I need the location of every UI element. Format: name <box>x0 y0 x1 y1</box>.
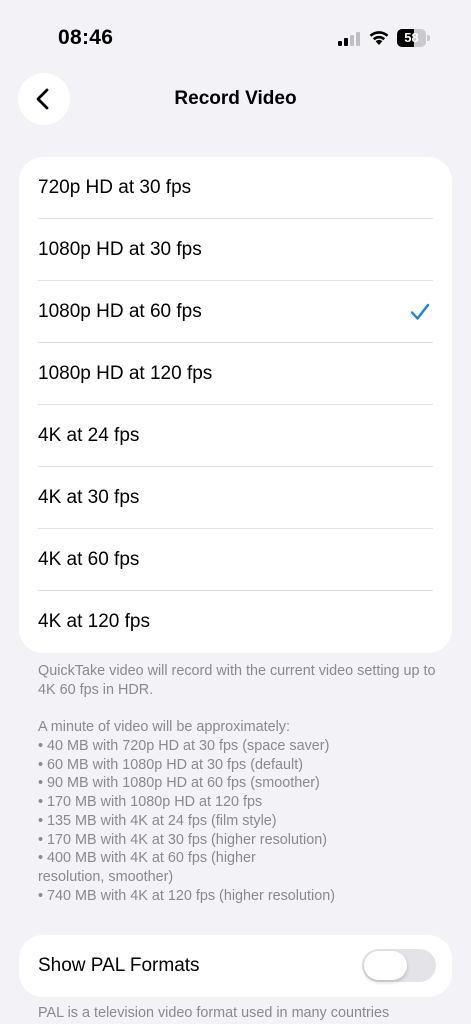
option-4k-30[interactable]: 4K at 30 fps <box>19 467 452 529</box>
size-estimate-item: • 60 MB with 1080p HD at 30 fps (default… <box>38 756 304 773</box>
option-4k-24[interactable]: 4K at 24 fps <box>19 405 452 467</box>
signal-bar <box>344 38 348 46</box>
video-format-options: 720p HD at 30 fps 1080p HD at 30 fps 108… <box>19 157 452 653</box>
signal-bar <box>350 35 354 46</box>
size-estimate-item: • 170 MB with 4K at 30 fps (higher resol… <box>38 831 328 848</box>
pal-formats-toggle[interactable] <box>362 949 436 982</box>
option-label: 4K at 60 fps <box>38 549 140 570</box>
option-4k-120[interactable]: 4K at 120 fps <box>19 591 452 653</box>
pal-formats-label: Show PAL Formats <box>38 955 200 976</box>
toggle-knob <box>364 951 407 980</box>
size-estimate-item: • 40 MB with 720p HD at 30 fps (space sa… <box>38 738 330 754</box>
option-label: 1080p HD at 120 fps <box>38 363 213 384</box>
status-bar: 08:46 58 <box>0 0 471 70</box>
cellular-signal-icon <box>338 30 362 46</box>
option-label: 4K at 24 fps <box>38 425 140 446</box>
record-video-settings-screen: 08:46 58 Record Video 720p HD at 30 fps … <box>0 0 471 1024</box>
size-estimate-item: • 90 MB with 1080p HD at 60 fps (smoothe… <box>38 775 320 792</box>
option-1080p-60[interactable]: 1080p HD at 60 fps <box>19 281 452 343</box>
size-estimate-item: • 400 MB with 4K at 60 fps (higher resol… <box>38 850 256 885</box>
size-estimate-list: • 40 MB with 720p HD at 30 fps (space sa… <box>38 737 438 905</box>
pal-formats-row: Show PAL Formats <box>19 935 452 997</box>
size-intro: A minute of video will be approximately: <box>38 719 290 735</box>
signal-bar <box>338 41 342 46</box>
size-estimate-item: • 135 MB with 4K at 24 fps (film style) <box>38 812 277 829</box>
option-4k-60[interactable]: 4K at 60 fps <box>19 529 452 591</box>
option-label: 720p HD at 30 fps <box>38 177 192 198</box>
battery-level: 58 <box>404 30 419 45</box>
page-title: Record Video <box>174 88 297 109</box>
option-label: 4K at 30 fps <box>38 487 140 508</box>
size-estimate-item: • 170 MB with 1080p HD at 120 fps <box>38 794 263 811</box>
option-1080p-30[interactable]: 1080p HD at 30 fps <box>19 219 452 281</box>
option-label: 4K at 120 fps <box>38 611 150 632</box>
wifi-icon <box>369 31 389 45</box>
signal-bar <box>356 32 360 46</box>
option-label: 1080p HD at 30 fps <box>38 239 202 260</box>
option-label: 1080p HD at 60 fps <box>38 301 202 322</box>
status-time: 08:46 <box>58 26 114 49</box>
checkmark-icon <box>410 303 430 320</box>
option-720p-30[interactable]: 720p HD at 30 fps <box>19 157 452 219</box>
option-1080p-120[interactable]: 1080p HD at 120 fps <box>19 343 452 405</box>
pal-footnote: PAL is a television video format used in… <box>38 1005 390 1021</box>
quicktake-footnote: QuickTake video will record with the cur… <box>38 663 436 698</box>
battery-icon: 58 <box>397 29 430 47</box>
size-estimate-item: • 740 MB with 4K at 120 fps (higher reso… <box>38 887 336 904</box>
